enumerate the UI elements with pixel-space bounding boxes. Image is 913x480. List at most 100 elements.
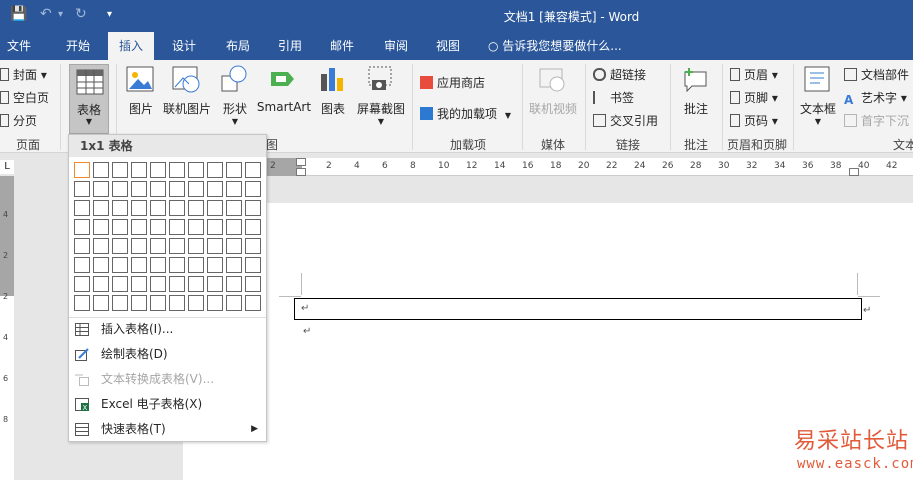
table-grid-cell[interactable] [112,257,128,273]
table-grid-cell[interactable] [93,181,109,197]
table-grid-cell[interactable] [131,257,147,273]
table-grid-cell[interactable] [112,238,128,254]
table-grid-cell[interactable] [169,295,185,311]
table-grid-cell[interactable] [188,238,204,254]
table-grid-cell[interactable] [74,257,90,273]
table-grid-cell[interactable] [207,238,223,254]
table-grid-cell[interactable] [93,219,109,235]
table-grid-cell[interactable] [150,181,166,197]
table-grid-cell[interactable] [131,295,147,311]
table-grid-cell[interactable] [188,181,204,197]
table-grid-cell[interactable] [169,181,185,197]
table-grid-cell[interactable] [245,295,261,311]
tab-references[interactable]: 引用 [268,32,312,60]
wordart-button[interactable]: A 艺术字 ▾ [844,89,907,107]
table-grid-cell[interactable] [188,219,204,235]
table-grid-cell[interactable] [150,257,166,273]
table-grid-cell[interactable] [93,162,109,178]
table-grid-cell[interactable] [207,276,223,292]
table-grid-cell[interactable] [245,162,261,178]
table-grid-cell[interactable] [245,238,261,254]
excel-spreadsheet-item[interactable]: X Excel 电子表格(X) [69,392,266,417]
chart-button[interactable]: 图表 [316,64,350,117]
table-grid-cell[interactable] [226,276,242,292]
table-grid-cell[interactable] [188,162,204,178]
table-grid-cell[interactable] [112,200,128,216]
table-grid-cell[interactable] [74,181,90,197]
table-grid-cell[interactable] [93,238,109,254]
table-grid-cell[interactable] [245,276,261,292]
table-grid-cell[interactable] [93,295,109,311]
quick-tables-item[interactable]: 快速表格(T) ▶ [69,417,266,442]
table-grid-cell[interactable] [150,238,166,254]
left-indent-marker[interactable] [296,168,306,176]
table-grid-cell[interactable] [93,257,109,273]
online-picture-button[interactable]: 联机图片 [161,64,213,117]
cover-page-button[interactable]: 封面 ▾ [0,66,47,83]
table-grid-cell[interactable] [131,276,147,292]
page-break-button[interactable]: 分页 [0,112,37,129]
table-grid-cell[interactable] [93,200,109,216]
table-grid-cell[interactable] [112,181,128,197]
table-grid-cell[interactable] [188,200,204,216]
table-grid-cell[interactable] [188,295,204,311]
cross-reference-button[interactable]: 交叉引用 [593,112,658,129]
table-grid-cell[interactable] [150,295,166,311]
table-grid-cell[interactable] [226,238,242,254]
store-button[interactable]: 应用商店 [420,74,485,91]
table-grid-cell[interactable] [74,162,90,178]
tab-home[interactable]: 开始 [56,32,100,60]
table-grid-cell[interactable] [226,162,242,178]
table-grid-cell[interactable] [226,295,242,311]
table-grid-cell[interactable] [131,200,147,216]
screenshot-button[interactable]: 屏幕截图 ▼ [354,64,408,126]
my-addins-button[interactable]: 我的加载项 ▼ [420,105,511,122]
table-grid-cell[interactable] [169,219,185,235]
table-grid-cell[interactable] [150,200,166,216]
tell-me-box[interactable]: ○ 告诉我您想要做什么... [488,32,622,60]
table-grid-cell[interactable] [150,276,166,292]
quick-parts-button[interactable]: 文档部件 [844,66,909,83]
footer-button[interactable]: 页脚 ▾ [730,89,778,106]
table-grid-cell[interactable] [226,181,242,197]
tab-design[interactable]: 设计 [162,32,206,60]
tab-layout[interactable]: 布局 [216,32,260,60]
table-grid-cell[interactable] [131,181,147,197]
table-grid-cell[interactable] [74,219,90,235]
table-grid-cell[interactable] [74,276,90,292]
tab-mailings[interactable]: 邮件 [320,32,364,60]
page-number-button[interactable]: 页码 ▾ [730,112,778,129]
smartart-button[interactable]: SmartArt [256,64,312,114]
table-grid-cell[interactable] [131,238,147,254]
table-grid-cell[interactable] [74,295,90,311]
table-grid-cell[interactable] [112,162,128,178]
table-grid-cell[interactable] [245,181,261,197]
table-grid-cell[interactable] [226,219,242,235]
table-grid-cell[interactable] [207,257,223,273]
table-grid-cell[interactable] [207,200,223,216]
table-grid-cell[interactable] [150,162,166,178]
dropcap-button[interactable]: 首字下沉 [844,112,909,129]
tab-review[interactable]: 审阅 [374,32,418,60]
table-grid-cell[interactable] [74,200,90,216]
table-grid-cell[interactable] [207,219,223,235]
table-grid-cell[interactable] [150,219,166,235]
insert-table-item[interactable]: 插入表格(I)... [69,317,266,342]
table-grid-cell[interactable] [93,276,109,292]
table-grid-cell[interactable] [188,257,204,273]
table-grid-cell[interactable] [169,276,185,292]
blank-page-button[interactable]: 空白页 [0,89,49,106]
tab-file[interactable]: 文件 [0,32,38,60]
comment-button[interactable]: 批注 [676,64,716,117]
shapes-button[interactable]: 形状 ▼ [218,64,252,126]
table-grid-cell[interactable] [245,200,261,216]
right-indent-marker[interactable] [849,168,859,176]
first-line-indent-marker[interactable] [296,158,306,166]
table-grid-cell[interactable] [207,181,223,197]
tab-view[interactable]: 视图 [426,32,470,60]
table-grid-cell[interactable] [169,257,185,273]
table-grid-cell[interactable] [169,162,185,178]
table-grid-cell[interactable] [74,238,90,254]
table-grid-cell[interactable] [245,257,261,273]
table-grid-cell[interactable] [188,276,204,292]
